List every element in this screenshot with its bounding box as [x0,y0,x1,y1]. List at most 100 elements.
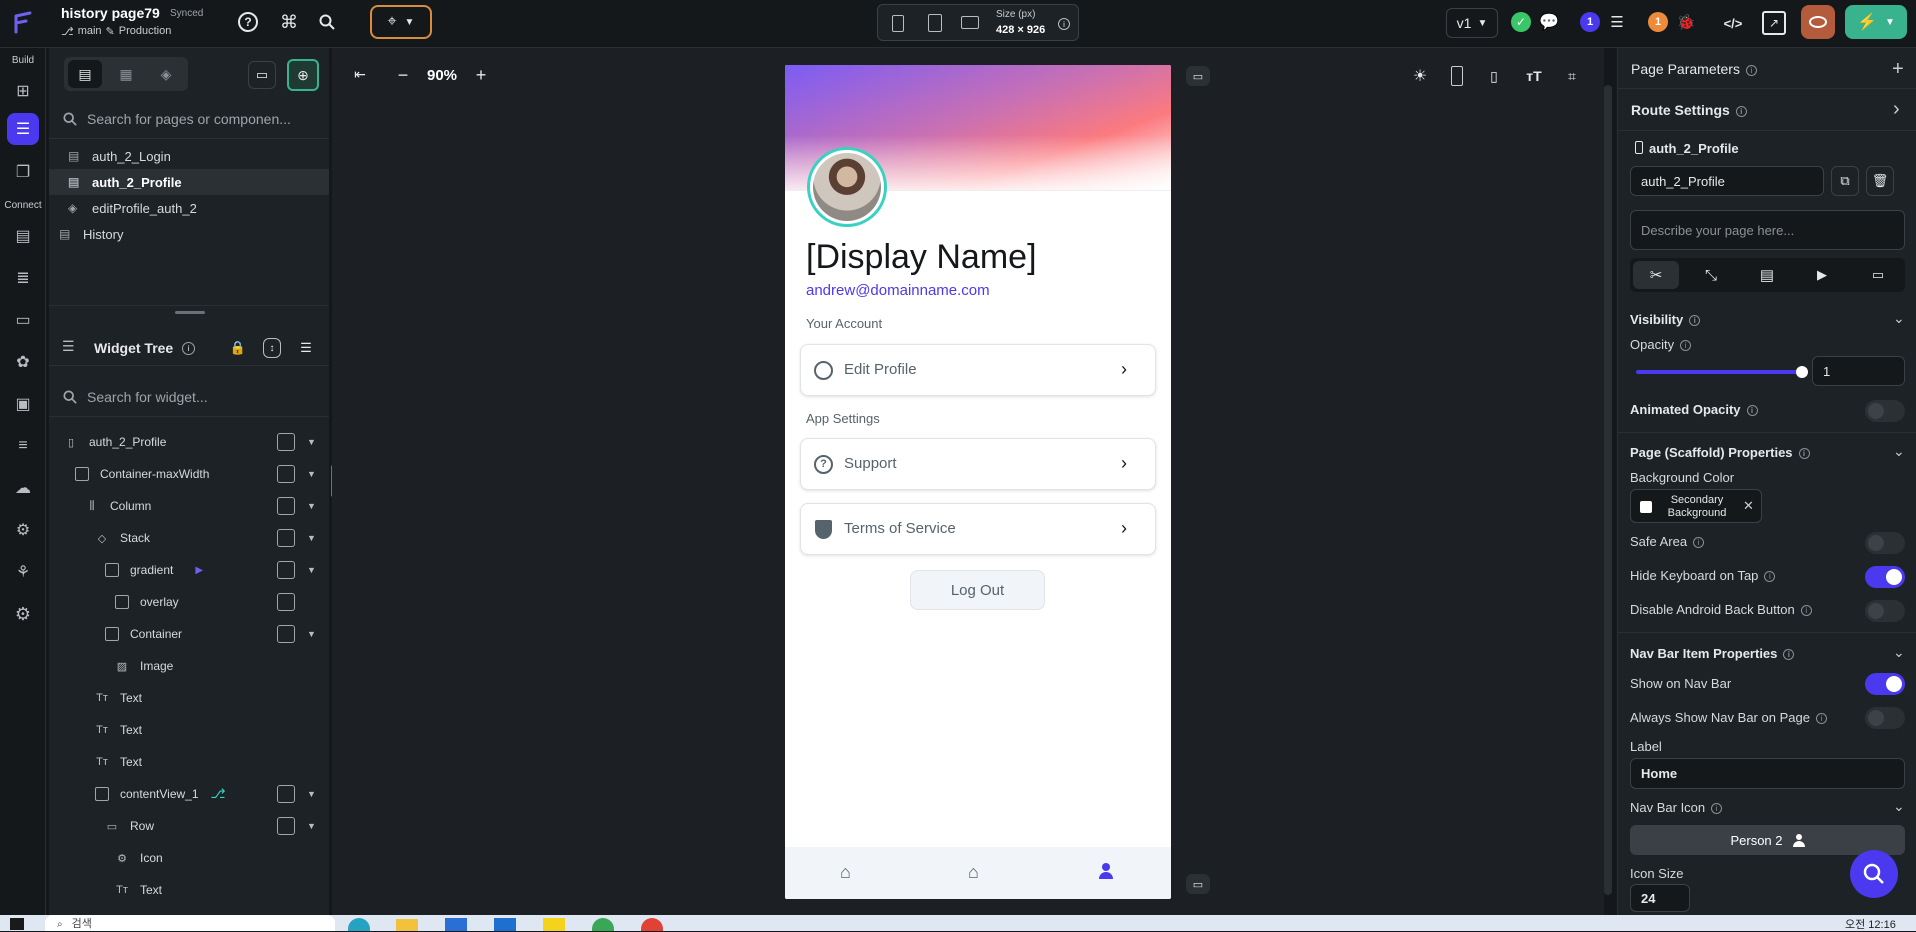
info-icon[interactable]: i [1058,18,1070,30]
layout-grid-icon[interactable]: ⌗ [1561,65,1583,87]
mode-selector-button[interactable]: ⌖ ▼ [370,5,432,39]
add-child-icon[interactable] [277,561,295,579]
show-nav-toggle[interactable] [1865,673,1905,695]
page-item[interactable]: ◈ editProfile_auth_2 [49,195,329,221]
app-chrome-icon[interactable] [592,918,614,931]
collapse-panel-icon[interactable]: ⇤ [350,64,370,84]
bottom-panel-icon[interactable]: ▭ [1186,874,1210,894]
chevron-down-icon[interactable]: ⌄ [1893,644,1905,661]
copy-icon[interactable]: ⧉ [1831,166,1859,196]
add-page-button[interactable]: ⊕ [287,59,319,91]
chevron-down-icon[interactable]: ▼ [307,565,316,575]
app-vscode-icon[interactable] [494,918,516,931]
widget-tree-item[interactable]: Container-maxWidth ▼ [49,458,329,490]
actions-tab-icon[interactable]: ⤡ [1688,261,1734,289]
expand-icon[interactable]: ↕ [263,338,281,358]
widget-tree-item[interactable]: ▯ auth_2_Profile ▼ [49,426,329,458]
info-icon[interactable]: i [1711,803,1723,815]
components-tab-icon[interactable]: ▦ [109,60,143,88]
scaffold-properties-section[interactable]: Page (Scaffold) Properties i [1630,445,1810,460]
notification-badge[interactable]: 1 [1580,12,1600,32]
code-icon[interactable]: </> [1720,11,1746,35]
api-calls-icon[interactable]: ≡ [7,430,39,462]
documentation-tab-icon[interactable]: ▭ [1855,261,1901,289]
settings-gear-icon[interactable]: ⚙ [7,598,39,630]
info-icon[interactable]: i [182,342,195,355]
phone-preview-icon[interactable] [1451,66,1463,86]
open-external-icon[interactable]: ↗ [1762,11,1786,35]
app-notes-icon[interactable] [543,918,565,931]
chat-icon[interactable]: 💬 [1538,11,1560,33]
page-item[interactable]: ▤ auth_2_Profile [49,169,329,195]
info-icon[interactable]: i [1783,649,1795,661]
chevron-down-icon[interactable]: ⌄ [1893,310,1905,327]
add-child-icon[interactable] [277,785,295,803]
widget-tree-item[interactable]: overlay [49,586,329,618]
chevron-down-icon[interactable]: ▼ [307,501,316,511]
chat-support-button[interactable] [1850,850,1898,898]
widget-tree-item[interactable]: ▨ Image [49,650,329,682]
icon-size-input[interactable]: 24 [1630,884,1690,912]
rotate-device-icon[interactable]: ▯ [1486,65,1502,87]
add-child-icon[interactable] [277,497,295,515]
home-icon[interactable]: ⌂ [968,862,979,883]
taskbar-search[interactable]: ⌕ 검색 [45,915,335,931]
size-value[interactable]: 428 × 926 [996,24,1045,36]
chevron-down-icon[interactable]: ⌄ [1893,798,1905,815]
slider-thumb[interactable] [1796,366,1808,378]
add-child-icon[interactable] [277,593,295,611]
info-icon[interactable]: i [1689,315,1701,327]
cloud-icon[interactable]: ☁ [7,472,39,504]
phone-device-icon[interactable] [892,15,904,32]
new-folder-icon[interactable]: ▭ [248,61,276,89]
widget-tree-item[interactable]: Tт Text [49,714,329,746]
add-child-icon[interactable] [277,529,295,547]
app-explorer-icon[interactable] [396,919,418,931]
storyboard-icon[interactable]: ▤ [7,220,39,252]
pages-tab-icon[interactable]: ▤ [68,60,102,88]
widget-tree-icon[interactable]: ☰ [7,113,39,145]
chevron-down-icon[interactable]: ▼ [307,789,316,799]
run-button[interactable]: ⚡ ▼ [1845,5,1907,39]
help-icon[interactable]: ? [238,12,258,32]
route-settings-label[interactable]: Route Settings i [1631,102,1747,118]
zoom-out-button[interactable]: − [394,65,412,85]
animated-opacity-toggle[interactable] [1865,400,1905,422]
chevron-down-icon[interactable]: ▼ [307,533,316,543]
info-icon[interactable]: i [1680,340,1692,352]
logout-button[interactable]: Log Out [910,570,1045,610]
command-icon[interactable]: ⌘ [278,11,300,33]
widget-tree-item[interactable]: contentView_1 ⎇ ▼ [49,778,329,810]
avatar[interactable] [807,147,887,227]
search-icon[interactable] [316,11,338,33]
chevron-down-icon[interactable]: ⌄ [1893,443,1905,460]
add-child-icon[interactable] [277,433,295,451]
preview-button[interactable] [1801,5,1835,39]
widget-tree-item[interactable]: ⚙ Icon [49,842,329,874]
chevron-down-icon[interactable]: ▼ [307,469,316,479]
opacity-slider[interactable] [1636,366,1808,378]
widget-tree-item[interactable]: gradient ▶ ▼ [49,554,329,586]
page-description-input[interactable]: Describe your page here... [1630,210,1905,250]
close-icon[interactable]: ✕ [1743,498,1754,514]
widget-tree-item[interactable]: Container ▼ [49,618,329,650]
app-state-icon[interactable]: ▭ [7,304,39,336]
custom-code-icon[interactable]: ⚙ [7,514,39,546]
info-icon[interactable]: i [1735,105,1747,117]
app-logo-icon[interactable] [12,10,36,36]
terms-card[interactable]: Terms of Service › [800,503,1156,555]
filter-icon[interactable]: ☰ [295,338,317,358]
search-widget-input[interactable]: Search for widget... [63,389,208,405]
panel-resize-handle[interactable] [175,311,205,314]
widget-tree-item[interactable]: Tт Text [49,874,329,906]
properties-tab-icon[interactable]: ✂ [1633,261,1679,289]
search-pages-input[interactable]: Search for pages or componen... [63,111,291,127]
warning-badge[interactable]: 1 [1648,12,1668,32]
tablet-device-icon[interactable] [928,14,942,32]
disable-back-toggle[interactable] [1865,600,1905,622]
info-icon[interactable]: i [1764,571,1776,583]
info-icon[interactable]: i [1693,537,1705,549]
info-icon[interactable]: i [1745,64,1757,76]
play-icon[interactable]: ▶ [195,565,203,576]
app-chrome-alt-icon[interactable] [641,918,663,931]
